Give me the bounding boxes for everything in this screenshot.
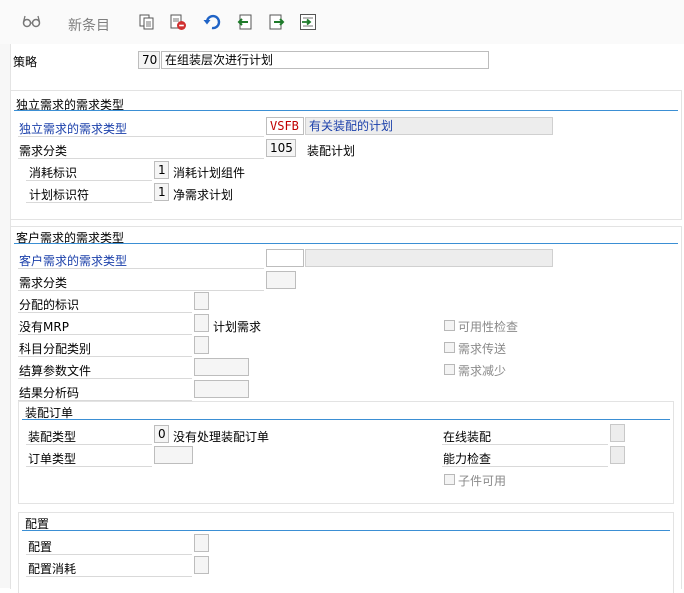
new-entries-button[interactable]: 新条目 bbox=[68, 15, 110, 35]
components-available-label: 子件可用 bbox=[458, 474, 507, 488]
account-assignment-underline bbox=[18, 356, 192, 357]
online-assembly-field[interactable] bbox=[610, 424, 625, 442]
independent-group-divider bbox=[14, 110, 678, 111]
availability-check-label: 可用性检查 bbox=[458, 320, 519, 334]
cust-req-type-label: 客户需求的需求类型 bbox=[19, 254, 128, 268]
assembly-type-field[interactable]: 0 bbox=[154, 425, 169, 443]
indep-req-class-underline bbox=[18, 158, 264, 159]
cust-req-type-underline bbox=[18, 268, 264, 269]
consumption-indicator-desc: 消耗计划组件 bbox=[173, 166, 246, 180]
cust-req-type-field[interactable] bbox=[266, 249, 304, 267]
strategy-label: 策略 bbox=[13, 55, 38, 69]
indep-req-type-field[interactable]: VSFB bbox=[266, 117, 304, 135]
next-entry-icon[interactable] bbox=[268, 13, 286, 34]
select-icon[interactable] bbox=[299, 13, 317, 34]
results-analysis-field[interactable] bbox=[194, 380, 249, 398]
copy-icon[interactable] bbox=[138, 13, 156, 34]
order-type-label: 订单类型 bbox=[28, 452, 77, 466]
assembly-order-group bbox=[18, 401, 674, 504]
requirements-transfer-label: 需求传送 bbox=[458, 342, 507, 356]
online-assembly-label: 在线装配 bbox=[443, 430, 492, 444]
configuration-label: 配置 bbox=[28, 540, 53, 554]
assembly-group-divider bbox=[22, 419, 670, 420]
indep-req-type-desc: 有关装配的计划 bbox=[305, 117, 553, 135]
customer-group-divider bbox=[14, 243, 678, 244]
configuration-consumption-label: 配置消耗 bbox=[28, 562, 77, 576]
planning-underline bbox=[26, 202, 152, 203]
cust-req-class-field[interactable] bbox=[266, 271, 296, 289]
components-available-checkbox[interactable] bbox=[444, 474, 455, 485]
requirements-transfer-checkbox[interactable] bbox=[444, 342, 455, 353]
delete-icon[interactable] bbox=[169, 13, 187, 34]
configuration-group-divider bbox=[22, 530, 670, 531]
configuration-consumption-underline bbox=[26, 576, 192, 577]
assembly-type-desc: 没有处理装配订单 bbox=[173, 430, 270, 444]
allocation-underline bbox=[18, 312, 192, 313]
cust-req-class-label: 需求分类 bbox=[19, 276, 68, 290]
online-assembly-underline bbox=[442, 444, 608, 445]
capacity-check-field[interactable] bbox=[610, 446, 625, 464]
cust-req-class-underline bbox=[18, 290, 264, 291]
no-mrp-label: 没有MRP bbox=[19, 320, 69, 334]
indep-req-class-desc: 装配计划 bbox=[307, 144, 356, 158]
settlement-profile-label: 结算参数文件 bbox=[19, 364, 92, 378]
configuration-group bbox=[18, 512, 674, 593]
indep-req-class-field[interactable]: 105 bbox=[266, 139, 296, 157]
settlement-profile-field[interactable] bbox=[194, 358, 249, 376]
previous-entry-icon[interactable] bbox=[236, 13, 254, 34]
capacity-check-label: 能力检查 bbox=[443, 452, 492, 466]
allocation-indicator-field[interactable] bbox=[194, 292, 209, 310]
settlement-profile-underline bbox=[18, 378, 192, 379]
indep-req-type-label: 独立需求的需求类型 bbox=[19, 122, 128, 136]
indep-req-type-underline bbox=[18, 136, 264, 137]
requirements-reduction-label: 需求减少 bbox=[458, 364, 507, 378]
order-type-field[interactable] bbox=[154, 446, 193, 464]
account-assignment-field[interactable] bbox=[194, 336, 209, 354]
assembly-type-label: 装配类型 bbox=[28, 430, 77, 444]
planning-indicator-label: 计划标识符 bbox=[29, 188, 90, 202]
assembly-type-underline bbox=[26, 444, 152, 445]
availability-check-checkbox[interactable] bbox=[444, 320, 455, 331]
undo-icon[interactable] bbox=[203, 13, 221, 34]
consumption-indicator-label: 消耗标识 bbox=[29, 166, 78, 180]
no-mrp-field[interactable] bbox=[194, 314, 209, 332]
strategy-description: 在组装层次进行计划 bbox=[161, 51, 489, 69]
cust-req-type-desc bbox=[305, 249, 553, 267]
account-assignment-label: 科目分配类别 bbox=[19, 342, 92, 356]
planning-indicator-field[interactable]: 1 bbox=[154, 183, 169, 201]
configuration-field[interactable] bbox=[194, 534, 209, 552]
no-mrp-desc: 计划需求 bbox=[213, 320, 262, 334]
consumption-underline bbox=[26, 180, 152, 181]
requirements-reduction-checkbox[interactable] bbox=[444, 364, 455, 375]
glasses-icon[interactable] bbox=[22, 13, 42, 34]
planning-indicator-desc: 净需求计划 bbox=[173, 188, 234, 202]
no-mrp-underline bbox=[18, 334, 192, 335]
configuration-underline bbox=[26, 554, 192, 555]
indep-req-class-label: 需求分类 bbox=[19, 144, 68, 158]
configuration-consumption-field[interactable] bbox=[194, 556, 209, 574]
allocation-indicator-label: 分配的标识 bbox=[19, 298, 80, 312]
results-analysis-label: 结果分析码 bbox=[19, 386, 80, 400]
toolbar: 新条目 bbox=[0, 0, 684, 44]
capacity-check-underline bbox=[442, 466, 608, 467]
strategy-code-field[interactable]: 70 bbox=[138, 51, 160, 69]
consumption-indicator-field[interactable]: 1 bbox=[154, 161, 169, 179]
order-type-underline bbox=[26, 466, 152, 467]
